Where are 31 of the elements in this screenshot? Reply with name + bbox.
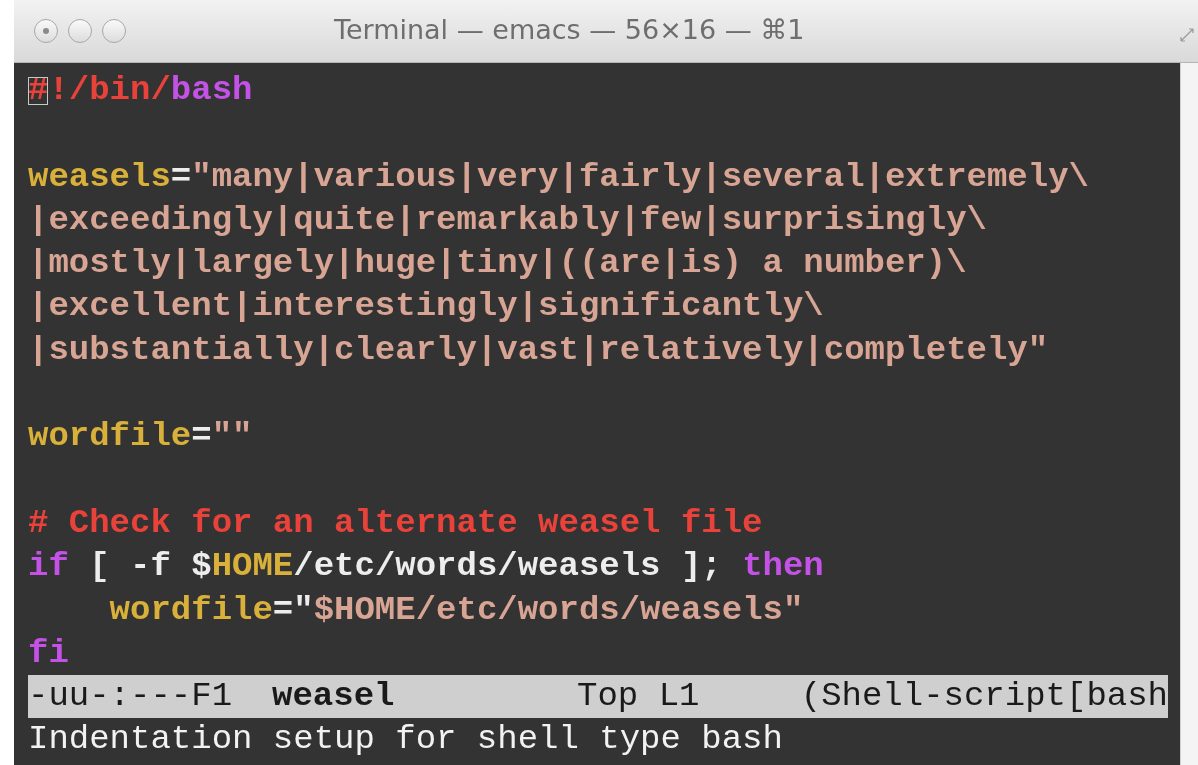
code-text: [ -f $	[88, 547, 212, 586]
minimize-button[interactable]	[68, 19, 92, 43]
buffer-position: Top L1	[577, 676, 701, 718]
code-string: |substantially|clearly|vast|relatively|completely"	[28, 330, 1049, 369]
buffer-name: weasel	[272, 676, 396, 718]
code-keyword: fi	[28, 633, 69, 672]
close-button[interactable]	[34, 19, 58, 43]
code-string: |excellent|interestingly|significantly\	[28, 287, 824, 326]
code-text: /etc/words/weasels ];	[293, 547, 723, 586]
code-text: =	[191, 417, 212, 456]
major-mode: (Shell-script[bash	[800, 676, 1168, 718]
window-title: Terminal — emacs — 56×16 — ⌘1	[334, 14, 805, 45]
zoom-button[interactable]	[102, 19, 126, 43]
code-string: |mostly|largely|huge|tiny|((are|is) a number)\	[28, 244, 967, 283]
code-keyword: if	[28, 547, 69, 586]
echo-area-message: Indentation setup for shell type bash	[28, 720, 783, 759]
code-string: |exceedingly|quite|remarkably|few|surprisingly\	[28, 200, 987, 239]
code-text: ="	[272, 590, 314, 629]
code-variable: wordfile	[109, 590, 273, 629]
code-keyword: then	[742, 547, 824, 586]
mode-status: -uu-:---F1	[28, 676, 234, 718]
resize-arrows-icon[interactable]	[1180, 28, 1194, 42]
code-string: "many|various|very|fairly|several|extremely\	[191, 157, 1089, 196]
code-keyword: bash	[170, 71, 253, 109]
code-text: =	[170, 157, 192, 196]
code-variable: wordfile	[28, 417, 192, 456]
code-variable: weasels	[28, 157, 171, 196]
code-string: $HOME/etc/words/weasels"	[313, 590, 804, 629]
code-comment: # Check for an alternate weasel file	[28, 503, 763, 542]
code-variable: HOME	[211, 547, 294, 586]
code-string: ""	[211, 417, 253, 456]
